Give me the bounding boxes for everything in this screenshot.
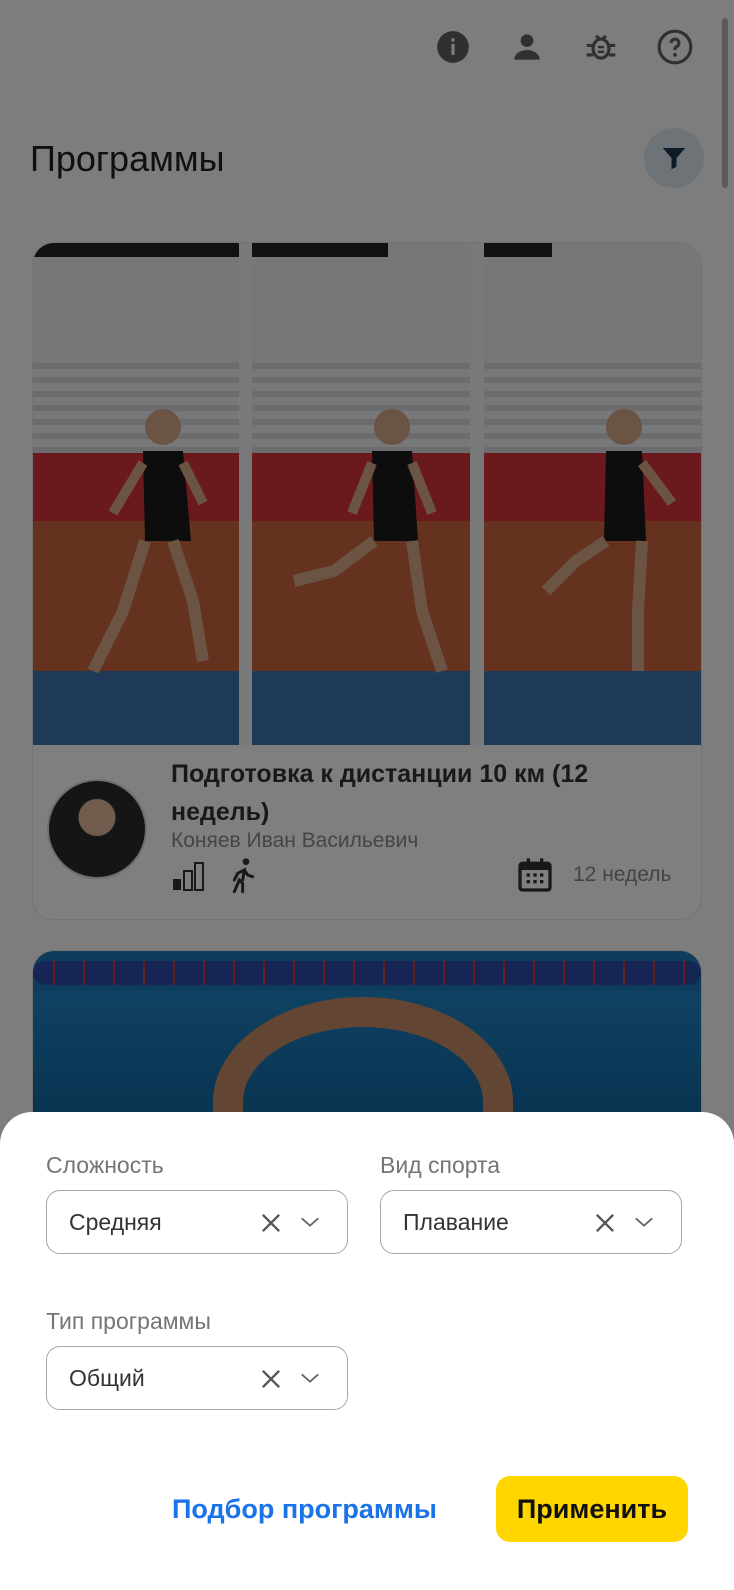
apply-button[interactable]: Применить xyxy=(496,1476,688,1542)
program-type-label: Тип программы xyxy=(46,1308,211,1334)
chevron-down-icon[interactable] xyxy=(299,1371,321,1385)
difficulty-select[interactable]: Средняя xyxy=(46,1190,348,1254)
difficulty-label: Сложность xyxy=(46,1152,164,1178)
clear-icon[interactable] xyxy=(257,1209,285,1237)
sport-label: Вид спорта xyxy=(380,1152,501,1178)
chevron-down-icon[interactable] xyxy=(633,1215,655,1229)
clear-icon[interactable] xyxy=(257,1365,285,1393)
pick-program-link[interactable]: Подбор программы xyxy=(172,1494,437,1525)
sport-value: Плавание xyxy=(403,1209,509,1235)
difficulty-value: Средняя xyxy=(69,1209,162,1235)
program-type-value: Общий xyxy=(69,1365,145,1391)
sport-select[interactable]: Плавание xyxy=(380,1190,682,1254)
chevron-down-icon[interactable] xyxy=(299,1215,321,1229)
clear-icon[interactable] xyxy=(591,1209,619,1237)
program-type-select[interactable]: Общий xyxy=(46,1346,348,1410)
